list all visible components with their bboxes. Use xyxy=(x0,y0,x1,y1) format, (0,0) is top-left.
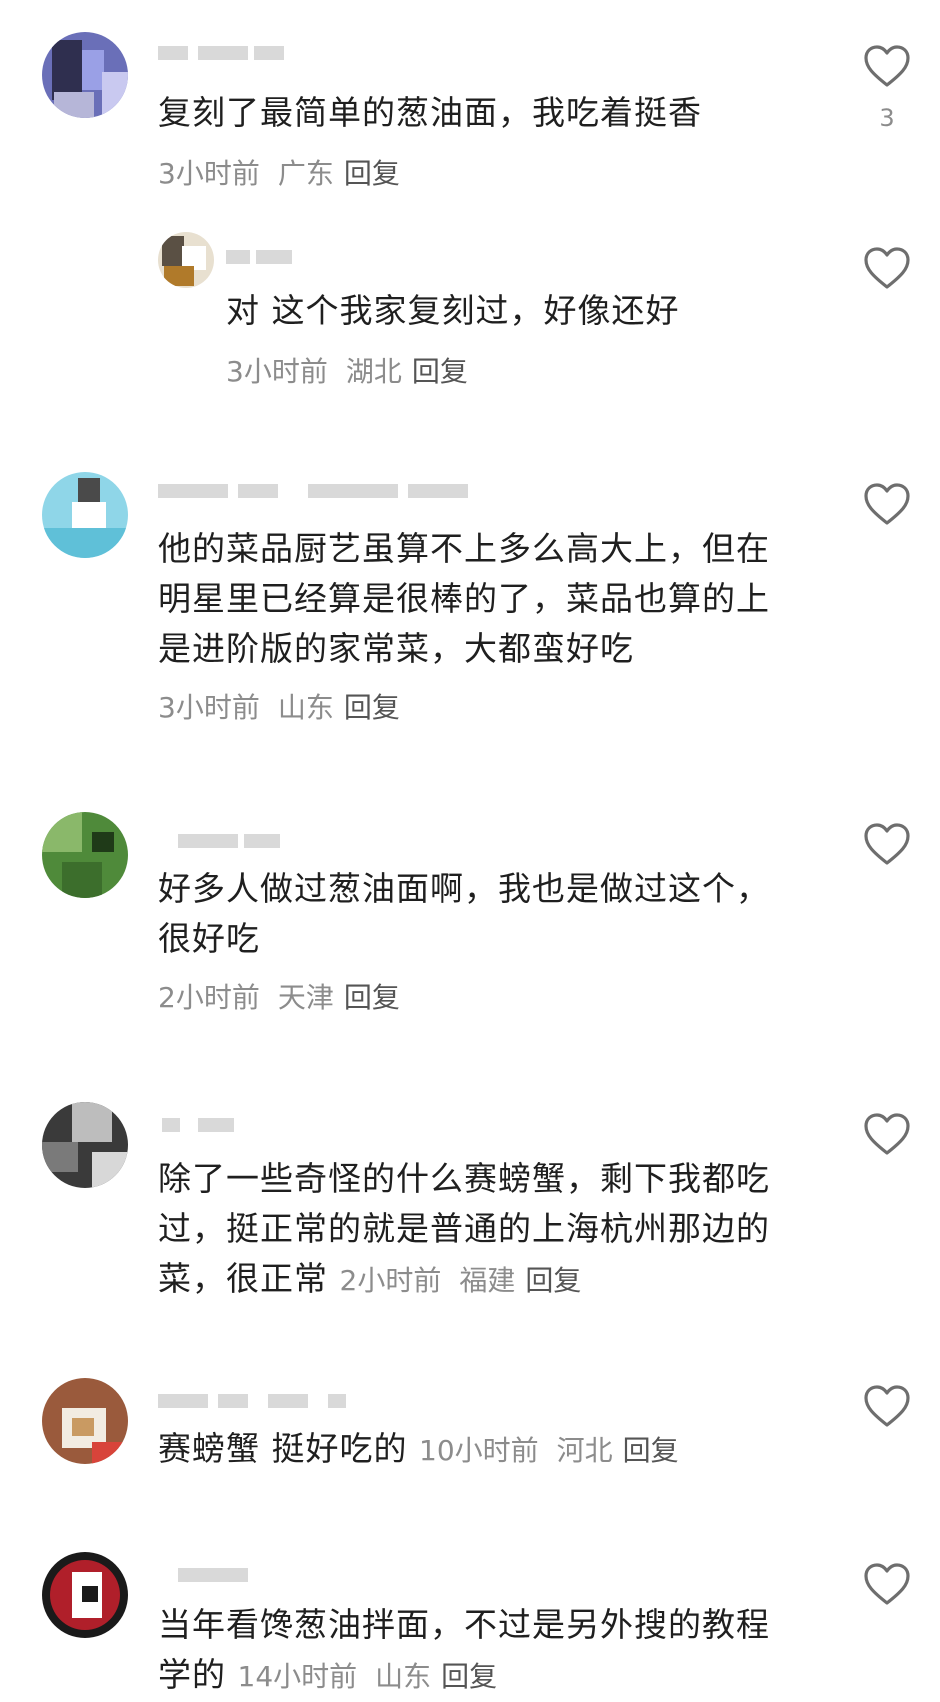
like-count: 3 xyxy=(879,104,895,132)
comment-location: 山东 xyxy=(375,1660,432,1693)
username-redacted[interactable] xyxy=(158,1564,258,1586)
username-redacted[interactable] xyxy=(158,480,478,502)
comment-meta: 3小时前 山东 回复 xyxy=(158,686,400,726)
username-redacted[interactable] xyxy=(158,1390,368,1412)
reply-button[interactable]: 回复 xyxy=(412,355,468,388)
reply-button[interactable]: 回复 xyxy=(344,691,400,724)
avatar[interactable] xyxy=(42,32,128,118)
comment-item: 赛螃蟹 挺好吃的 10小时前 河北 回复 xyxy=(0,1366,940,1506)
avatar-pixel xyxy=(42,1142,78,1172)
comment-time: 3小时前 xyxy=(158,157,260,190)
comment-location: 福建 xyxy=(459,1264,516,1297)
comment-location: 广东 xyxy=(277,157,334,190)
avatar-pixel xyxy=(72,1418,94,1436)
avatar[interactable] xyxy=(42,472,128,558)
avatar-pixel xyxy=(162,236,184,266)
comment-item: 他的菜品厨艺虽算不上多么高大上，但在明星里已经算是很棒的了，菜品也算的上是进阶版… xyxy=(0,460,940,740)
comment-location: 山东 xyxy=(277,691,334,724)
avatar-pixel xyxy=(92,832,114,852)
username-redacted[interactable] xyxy=(226,246,296,268)
heart-outline-icon[interactable] xyxy=(863,44,911,88)
username-redacted[interactable] xyxy=(158,830,288,852)
avatar-pixel xyxy=(62,862,102,898)
avatar[interactable] xyxy=(42,1378,128,1464)
comment-time: 3小时前 xyxy=(158,691,260,724)
avatar-pixel xyxy=(42,528,128,558)
heart-outline-icon[interactable] xyxy=(863,1562,911,1606)
comment-text: 好多人做过葱油面啊，我也是做过这个，很好吃 xyxy=(158,869,770,958)
heart-outline-icon[interactable] xyxy=(863,822,911,866)
avatar[interactable] xyxy=(158,232,214,288)
avatar-pixel xyxy=(82,1586,98,1602)
reply-button[interactable]: 回复 xyxy=(623,1434,679,1467)
comment-item: 除了一些奇怪的什么赛螃蟹，剩下我都吃过，挺正常的就是普通的上海杭州那边的菜，很正… xyxy=(0,1090,940,1320)
comment-text: 除了一些奇怪的什么赛螃蟹，剩下我都吃过，挺正常的就是普通的上海杭州那边的菜，很正… xyxy=(158,1154,818,1306)
avatar-pixel xyxy=(92,1152,128,1188)
comment-text: 复刻了最简单的葱油面，我吃着挺香 xyxy=(158,93,702,132)
comment-item: 复刻了最简单的葱油面，我吃着挺香 3小时前 广东 回复 3 xyxy=(0,0,940,190)
reply-comment-item: 对 这个我家复刻过，好像还好 3小时前 湖北 回复 xyxy=(0,220,940,400)
avatar-pixel xyxy=(82,50,104,90)
avatar-pixel xyxy=(92,1442,128,1464)
avatar-pixel xyxy=(54,92,94,118)
comment-location: 湖北 xyxy=(345,355,402,388)
heart-outline-icon[interactable] xyxy=(863,482,911,526)
comment-meta: 2小时前 福建 回复 xyxy=(340,1264,582,1297)
avatar[interactable] xyxy=(42,1102,128,1188)
comment-body: 赛螃蟹 挺好吃的 xyxy=(158,1429,408,1468)
comment-meta: 3小时前 湖北 回复 xyxy=(226,350,468,390)
comment-text: 他的菜品厨艺虽算不上多么高大上，但在明星里已经算是很棒的了，菜品也算的上是进阶版… xyxy=(158,529,770,668)
username-redacted[interactable] xyxy=(158,1114,258,1136)
comment-meta: 14小时前 山东 回复 xyxy=(238,1660,498,1693)
comment-time: 2小时前 xyxy=(339,1264,442,1297)
heart-outline-icon[interactable] xyxy=(863,246,911,290)
username-redacted[interactable] xyxy=(158,42,288,64)
comment-text: 当年看馋葱油拌面，不过是另外搜的教程学的 14小时前 山东 回复 xyxy=(158,1600,798,1702)
avatar-pixel xyxy=(102,72,128,118)
avatar-pixel xyxy=(78,478,100,502)
avatar-pixel xyxy=(42,812,82,852)
avatar-pixel xyxy=(52,40,82,100)
comment-item: 好多人做过葱油面啊，我也是做过这个，很好吃 2小时前 天津 回复 xyxy=(0,800,940,1040)
comment-meta: 2小时前 天津 回复 xyxy=(158,976,400,1016)
comment-text: 赛螃蟹 挺好吃的 10小时前 河北 回复 xyxy=(158,1424,858,1476)
comment-time: 10小时前 xyxy=(419,1434,539,1467)
comment-time: 2小时前 xyxy=(158,981,260,1014)
comment-time: 3小时前 xyxy=(226,355,328,388)
reply-button[interactable]: 回复 xyxy=(344,157,400,190)
avatar-pixel xyxy=(164,266,194,286)
reply-button[interactable]: 回复 xyxy=(441,1660,497,1693)
avatar[interactable] xyxy=(42,812,128,898)
heart-outline-icon[interactable] xyxy=(863,1384,911,1428)
avatar[interactable] xyxy=(42,1552,128,1638)
heart-outline-icon[interactable] xyxy=(863,1112,911,1156)
comment-location: 天津 xyxy=(277,981,334,1014)
comment-meta: 3小时前 广东 回复 xyxy=(158,152,400,192)
comment-location: 河北 xyxy=(556,1434,613,1467)
reply-button[interactable]: 回复 xyxy=(344,981,400,1014)
comment-text: 对 这个我家复刻过，好像还好 xyxy=(226,291,680,330)
avatar-pixel xyxy=(72,1102,112,1142)
comment-meta: 10小时前 河北 回复 xyxy=(419,1434,679,1467)
comment-time: 14小时前 xyxy=(237,1660,358,1693)
reply-button[interactable]: 回复 xyxy=(525,1264,581,1297)
comment-item: 当年看馋葱油拌面，不过是另外搜的教程学的 14小时前 山东 回复 xyxy=(0,1540,940,1702)
